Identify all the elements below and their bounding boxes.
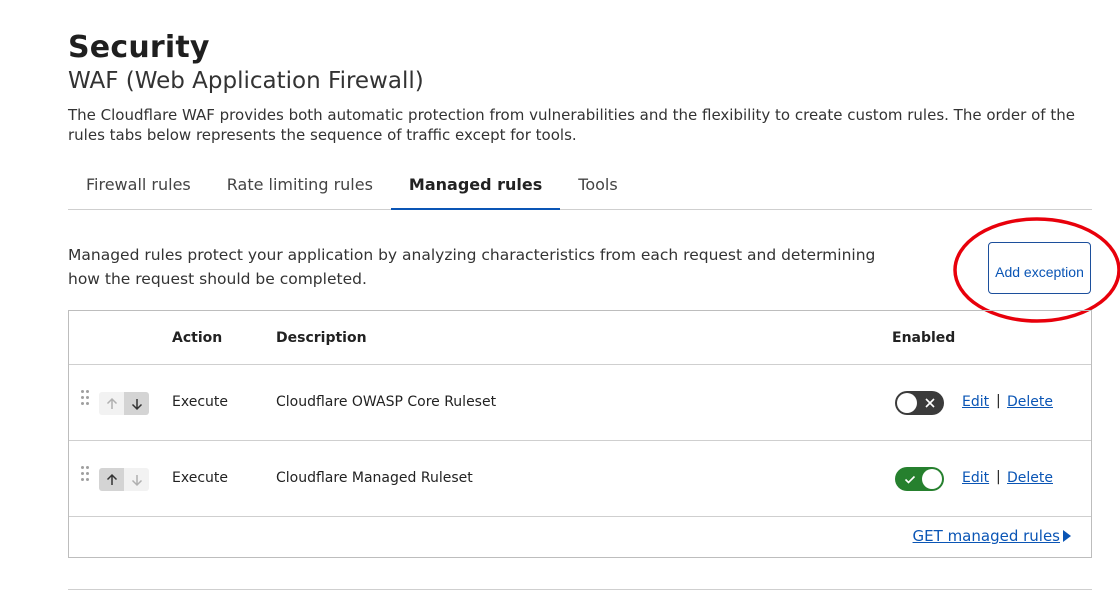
- table-row: Execute Cloudflare OWASP Core Ruleset Ed…: [69, 365, 1091, 441]
- move-up-button[interactable]: [99, 468, 124, 491]
- table-header: Action Description Enabled: [69, 311, 1091, 365]
- rule-description: Cloudflare OWASP Core Ruleset: [276, 394, 497, 410]
- rule-action: Execute: [172, 394, 228, 410]
- managed-rules-table: Action Description Enabled Execute Cloud…: [68, 310, 1092, 558]
- page-subtitle: WAF (Web Application Firewall): [68, 68, 424, 94]
- table-row: Execute Cloudflare Managed Ruleset Edit …: [69, 441, 1091, 517]
- move-up-button[interactable]: [99, 392, 124, 415]
- page-title: Security: [68, 30, 210, 65]
- add-exception-button[interactable]: Add exception: [988, 242, 1091, 294]
- managed-rules-description: Managed rules protect your application b…: [68, 246, 876, 288]
- arrow-down-icon: [131, 474, 142, 486]
- enabled-toggle[interactable]: [895, 391, 944, 415]
- enabled-toggle[interactable]: [895, 467, 944, 491]
- tab-rate-limiting-rules[interactable]: Rate limiting rules: [209, 165, 391, 210]
- action-separator: |: [996, 393, 1001, 409]
- tab-firewall-rules[interactable]: Firewall rules: [68, 165, 209, 210]
- arrow-up-icon: [106, 473, 117, 485]
- rule-description: Cloudflare Managed Ruleset: [276, 470, 473, 486]
- bottom-divider: [68, 589, 1092, 590]
- drag-handle-icon[interactable]: [81, 390, 91, 412]
- get-managed-rules-link[interactable]: GET managed rules: [913, 527, 1071, 545]
- arrow-up-icon: [106, 397, 117, 409]
- delete-link[interactable]: Delete: [1007, 470, 1053, 486]
- caret-right-icon: [1063, 530, 1071, 542]
- close-icon: [925, 398, 935, 408]
- page-intro: The Cloudflare WAF provides both automat…: [68, 106, 1075, 144]
- header-enabled: Enabled: [892, 330, 956, 346]
- drag-handle-icon[interactable]: [81, 466, 91, 488]
- header-action: Action: [172, 330, 223, 346]
- edit-link[interactable]: Edit: [962, 394, 989, 410]
- get-managed-rules-label: GET managed rules: [912, 527, 1060, 545]
- tab-managed-rules[interactable]: Managed rules: [390, 165, 561, 210]
- rule-action: Execute: [172, 470, 228, 486]
- checkmark-icon: [904, 475, 916, 484]
- edit-link[interactable]: Edit: [962, 470, 989, 486]
- security-page: Security WAF (Web Application Firewall) …: [0, 0, 1120, 591]
- header-description: Description: [276, 330, 367, 346]
- delete-link[interactable]: Delete: [1007, 394, 1053, 410]
- move-down-button[interactable]: [124, 392, 149, 415]
- action-separator: |: [996, 469, 1001, 485]
- reorder-buttons: [99, 468, 149, 491]
- tab-tools[interactable]: Tools: [560, 165, 635, 210]
- rules-tabs: Firewall rules Rate limiting rules Manag…: [68, 165, 1092, 210]
- arrow-down-icon: [131, 398, 142, 410]
- reorder-buttons: [99, 392, 149, 415]
- move-down-button[interactable]: [124, 468, 149, 491]
